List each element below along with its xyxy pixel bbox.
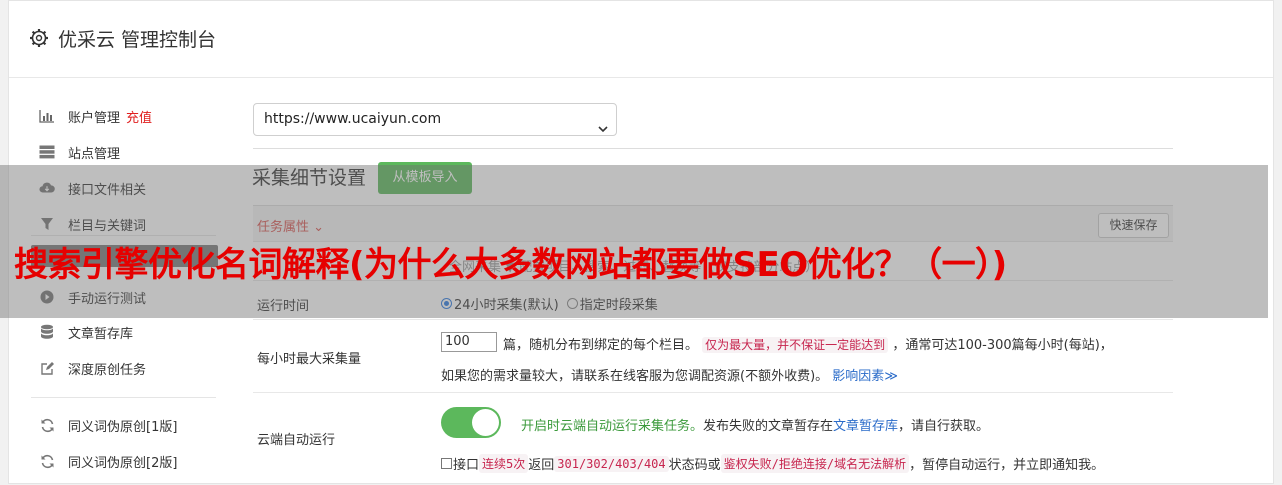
cloud-run-label: 云端自动运行: [257, 433, 336, 448]
database-icon: [39, 324, 55, 340]
desc-text: ，暂停自动运行，并立即通知我。: [909, 458, 1105, 473]
code-text: 连续5次: [479, 454, 529, 473]
cloud-run-desc: 开启时云端自动运行采集任务。发布失败的文章暂存在文章暂存库，请自行获取。: [521, 415, 989, 434]
sidebar-item-label: 文章暂存库: [68, 326, 134, 342]
factors-link[interactable]: 影响因素≫: [832, 369, 898, 384]
checkbox-label: 接口: [453, 458, 480, 473]
row-divider: [253, 319, 1173, 320]
code-text: 鉴权失败/拒绝连接/域名无法解析: [720, 454, 910, 473]
sidebar-item-label: 账户管理: [68, 110, 121, 126]
page-title: 优采云 管理控制台: [58, 29, 217, 51]
sidebar-item-label: 同义词伪原创[2版]: [68, 455, 178, 471]
article-title-overlay: 搜索引擎优化名词解释(为什么大多数网站都要做SEO优化？（一）): [14, 245, 1007, 285]
desc-text: ，请自行获取。: [898, 419, 990, 434]
toggle-knob: [472, 409, 499, 436]
sidebar-item-label: 同义词伪原创[1版]: [68, 419, 178, 435]
sidebar-item-sites[interactable]: 站点管理: [31, 139, 221, 165]
desc-text: 篇，随机分布到绑定的每个栏目。: [503, 338, 699, 353]
interface-error-checkbox[interactable]: [441, 458, 452, 469]
watermark-overlay: [0, 165, 1268, 318]
max-per-hour-desc-2: 如果您的需求量较大，请联系在线客服为您调配资源(不额外收费)。 影响因素≫: [441, 365, 898, 384]
site-select[interactable]: https://www.ucaiyun.com: [253, 103, 617, 136]
site-select-value: https://www.ucaiyun.com: [264, 111, 442, 127]
desc-text: 发布失败的文章暂存在: [703, 419, 834, 434]
desc-text: 状态码或: [668, 458, 721, 473]
recharge-link[interactable]: 充值: [126, 107, 152, 126]
cloud-run-desc-highlight: 开启时云端自动运行采集任务。: [521, 419, 704, 434]
max-per-hour-input[interactable]: 100: [441, 332, 497, 352]
factors-link-label: 影响因素: [832, 369, 885, 384]
page-header: 优采云 管理控制台: [9, 1, 1273, 78]
chevron-down-icon: [598, 115, 608, 133]
refresh-icon: [39, 453, 55, 469]
desc-text: 返回: [528, 458, 555, 473]
row-divider: [253, 392, 1173, 393]
max-notice: 仅为最大量，并不保证一定能达到: [702, 337, 889, 353]
section-divider: [253, 148, 1173, 149]
interface-error-option: 接口 连续5次 返回 301/302/403/404 状态码或 鉴权失败/拒绝连…: [441, 454, 1104, 473]
sidebar-item-account[interactable]: 账户管理 充值: [31, 103, 221, 129]
code-text: 301/302/403/404: [554, 455, 669, 472]
sidebar-item-synonym-v1[interactable]: 同义词伪原创[1版]: [31, 412, 221, 438]
sidebar-item-label: 站点管理: [68, 146, 121, 162]
refresh-icon: [39, 417, 55, 433]
max-per-hour-label: 每小时最大采集量: [257, 352, 362, 367]
double-chevron-icon: ≫: [884, 369, 898, 384]
cloud-run-toggle[interactable]: [441, 407, 501, 438]
sidebar-item-article-storage[interactable]: 文章暂存库: [31, 319, 221, 345]
server-icon: [39, 144, 55, 160]
sidebar-divider: [31, 397, 216, 398]
bar-chart-icon: [39, 108, 55, 124]
max-per-hour-desc: 篇，随机分布到绑定的每个栏目。 仅为最大量，并不保证一定能达到 ，通常可达100…: [503, 334, 1113, 353]
edit-icon: [39, 360, 55, 376]
gear-icon: [29, 28, 49, 48]
article-storage-link[interactable]: 文章暂存库: [833, 419, 898, 434]
desc-text: ，通常可达100-300篇每小时(每站)，: [892, 338, 1113, 353]
sidebar-item-synonym-v2[interactable]: 同义词伪原创[2版]: [31, 448, 221, 474]
sidebar-item-deep-original[interactable]: 深度原创任务: [31, 355, 221, 381]
sidebar-item-label: 深度原创任务: [68, 362, 147, 378]
desc-text: 如果您的需求量较大，请联系在线客服为您调配资源(不额外收费)。: [441, 369, 829, 384]
